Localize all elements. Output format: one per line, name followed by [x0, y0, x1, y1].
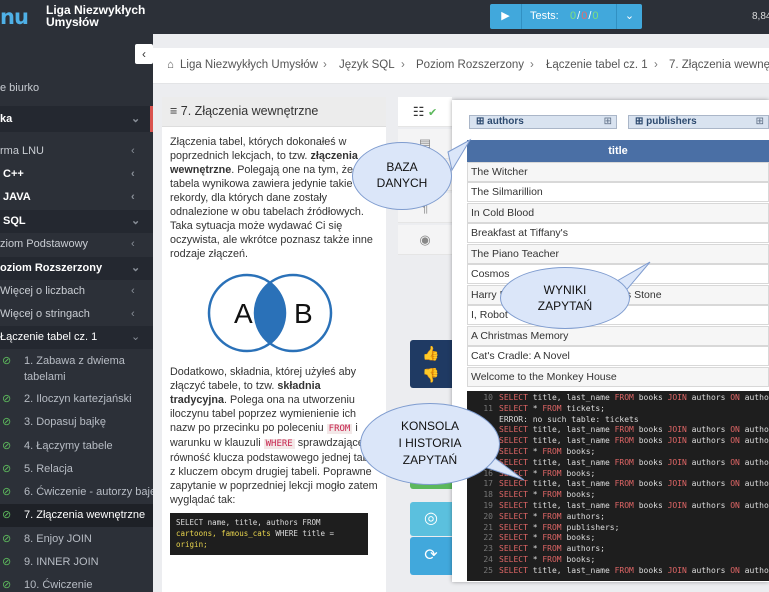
- callout-database: BAZA DANYCH: [352, 142, 452, 210]
- callout-tail: [447, 138, 472, 172]
- callout-results: WYNIKI ZAPYTAŃ: [500, 267, 630, 329]
- callout-tails: [447, 138, 651, 481]
- callout-console: KONSOLA I HISTORIA ZAPYTAŃ: [360, 403, 500, 485]
